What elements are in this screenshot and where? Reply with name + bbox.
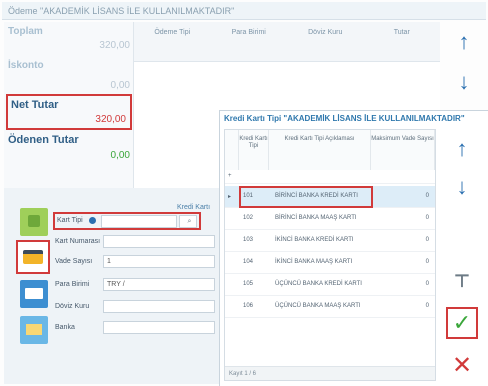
row-code: 102 bbox=[243, 215, 254, 221]
col-maksimum-vade[interactable]: Maksimum Vade Sayısı bbox=[371, 130, 435, 170]
toplam-label: Toplam bbox=[8, 26, 43, 37]
col-kart-tipi[interactable]: Kredi Kartı Tipi bbox=[239, 130, 269, 170]
selected-row-highlight bbox=[239, 186, 373, 208]
row-max: 0 bbox=[425, 303, 429, 309]
arrow-up-icon: ↑ bbox=[458, 29, 470, 54]
bank-card-payment-button[interactable] bbox=[20, 280, 48, 308]
info-icon bbox=[89, 217, 96, 224]
checkmark-icon: ✓ bbox=[452, 310, 472, 335]
close-icon: ✕ bbox=[451, 351, 473, 379]
odenen-value: 0,00 bbox=[110, 150, 130, 161]
iskonto-value: 0,00 bbox=[110, 80, 130, 91]
window-title: Ödeme "AKADEMİK LİSANS İLE KULLANILMAKTA… bbox=[2, 2, 486, 20]
row-code: 106 bbox=[243, 303, 254, 309]
vade-sayisi-label: Vade Sayısı bbox=[55, 258, 93, 265]
row-code: 105 bbox=[243, 281, 254, 287]
row-code: 104 bbox=[243, 259, 254, 265]
table-row[interactable]: 104 İKİNCİ BANKA MAAŞ KARTI 0 bbox=[225, 252, 435, 274]
vade-sayisi-input[interactable]: 1 bbox=[103, 255, 215, 268]
net-tutar-label: Net Tutar bbox=[11, 99, 59, 111]
para-birimi-input[interactable]: TRY / bbox=[103, 278, 215, 291]
cash-payment-button[interactable] bbox=[20, 208, 48, 236]
record-counter: Kayıt 1 / 6 bbox=[225, 366, 435, 380]
payment-grid-header: Ödeme Tipi Para Birimi Döviz Kuru Tutar bbox=[134, 22, 440, 62]
search-icon[interactable]: ⌕ bbox=[179, 215, 197, 228]
row-desc: İKİNCİ BANKA KREDİ KARTI bbox=[275, 237, 354, 243]
grid-col-para-birimi[interactable]: Para Birimi bbox=[211, 22, 288, 61]
cancel-button[interactable]: ✕ bbox=[444, 347, 480, 383]
kredi-karti-tipi-dialog: Kredi Kartı Tipi "AKADEMİK LİSANS İLE KU… bbox=[219, 110, 488, 386]
row-max: 0 bbox=[425, 193, 429, 199]
voucher-payment-button[interactable] bbox=[20, 316, 48, 344]
banka-input[interactable] bbox=[103, 321, 215, 334]
row-desc: ÜÇÜNCÜ BANKA KREDİ KARTI bbox=[275, 281, 362, 287]
row-pointer-icon: ▸ bbox=[228, 194, 232, 200]
row-desc: BİRİNCİ BANKA MAAŞ KARTI bbox=[275, 215, 357, 221]
cash-icon bbox=[28, 215, 40, 227]
filter-indicator-icon: + bbox=[228, 173, 232, 179]
net-tutar-box: Net Tutar 320,00 bbox=[6, 94, 132, 130]
iskonto-label: İskonto bbox=[8, 60, 44, 71]
filter-icon: ⊤ bbox=[453, 270, 471, 291]
doviz-kuru-label: Döviz Kuru bbox=[55, 303, 90, 310]
dialog-move-down-button[interactable]: ↓ bbox=[444, 169, 480, 205]
row-desc: İKİNCİ BANKA MAAŞ KARTI bbox=[275, 259, 353, 265]
kart-numarasi-label: Kart Numarası bbox=[55, 238, 101, 245]
kart-tipi-input[interactable] bbox=[101, 215, 177, 228]
kredi-karti-section-label: Kredi Kartı bbox=[177, 204, 211, 211]
row-max: 0 bbox=[425, 281, 429, 287]
row-max: 0 bbox=[425, 215, 429, 221]
banka-label: Banka bbox=[55, 324, 75, 331]
table-row[interactable]: 103 İKİNCİ BANKA KREDİ KARTI 0 bbox=[225, 230, 435, 252]
row-max: 0 bbox=[425, 259, 429, 265]
credit-card-payment-button[interactable] bbox=[16, 240, 50, 274]
para-birimi-label: Para Birimi bbox=[55, 281, 90, 288]
move-up-button[interactable]: ↑ bbox=[446, 24, 482, 60]
dialog-move-up-button[interactable]: ↑ bbox=[444, 131, 480, 167]
col-aciklama[interactable]: Kredi Kartı Tipi Açıklaması bbox=[269, 130, 371, 170]
envelope-icon bbox=[26, 324, 42, 335]
confirm-button[interactable]: ✓ bbox=[446, 307, 478, 339]
odenen-label: Ödenen Tutar bbox=[8, 134, 79, 146]
table-row[interactable]: 105 ÜÇÜNCÜ BANKA KREDİ KARTI 0 bbox=[225, 274, 435, 296]
kart-tipi-row: Kart Tipi ⌕ bbox=[53, 212, 201, 230]
arrow-up-icon: ↑ bbox=[456, 136, 468, 161]
toplam-value: 320,00 bbox=[99, 40, 130, 51]
arrow-down-icon: ↓ bbox=[456, 174, 468, 199]
net-tutar-value: 320,00 bbox=[95, 114, 126, 125]
move-down-button[interactable]: ↓ bbox=[446, 64, 482, 100]
table-row[interactable]: 102 BİRİNCİ BANKA MAAŞ KARTI 0 bbox=[225, 208, 435, 230]
kart-tipi-label: Kart Tipi bbox=[57, 217, 83, 224]
row-max: 0 bbox=[425, 237, 429, 243]
filter-button[interactable]: ⊤ bbox=[444, 263, 480, 299]
row-code: 103 bbox=[243, 237, 254, 243]
kart-tipi-table: Kredi Kartı Tipi Kredi Kartı Tipi Açıkla… bbox=[224, 129, 436, 381]
grid-col-doviz-kuru[interactable]: Döviz Kuru bbox=[287, 22, 364, 61]
credit-card-icon bbox=[23, 250, 43, 264]
grid-col-tutar[interactable]: Tutar bbox=[364, 22, 441, 61]
kart-numarasi-input[interactable] bbox=[103, 235, 215, 248]
table-row[interactable]: 106 ÜÇÜNCÜ BANKA MAAŞ KARTI 0 bbox=[225, 296, 435, 318]
bank-card-icon bbox=[25, 288, 43, 299]
row-desc: ÜÇÜNCÜ BANKA MAAŞ KARTI bbox=[275, 303, 361, 309]
filter-row[interactable]: + bbox=[225, 170, 435, 184]
dialog-title: Kredi Kartı Tipi "AKADEMİK LİSANS İLE KU… bbox=[220, 111, 488, 127]
row-indicator-header bbox=[225, 130, 239, 170]
doviz-kuru-input[interactable] bbox=[103, 300, 215, 313]
grid-col-odeme-tipi[interactable]: Ödeme Tipi bbox=[134, 22, 211, 61]
arrow-down-icon: ↓ bbox=[458, 69, 470, 94]
